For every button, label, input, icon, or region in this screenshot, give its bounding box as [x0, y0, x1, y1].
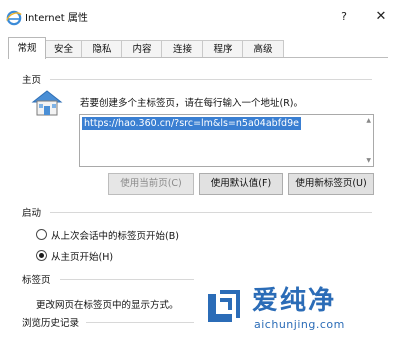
radio-option-last-session[interactable]: 从上次会话中的标签页开始(B): [36, 228, 236, 242]
tabs-description: 更改网页在标签页中的显示方式。: [36, 300, 179, 311]
tabs-divider: [60, 279, 194, 280]
watermark-url: aichunjing.com: [254, 318, 345, 331]
use-default-button[interactable]: 使用默认值(F): [199, 173, 283, 195]
tabs-heading: 标签页: [22, 275, 51, 286]
startup-divider: [50, 212, 372, 213]
watermark-logo-icon: [202, 284, 246, 328]
internet-explorer-icon: [6, 10, 22, 26]
tab-advanced[interactable]: 高级: [242, 40, 284, 58]
radio-option-home-page[interactable]: 从主页开始(H): [36, 249, 236, 263]
tab-connections[interactable]: 连接: [161, 40, 204, 58]
radio-button-selected[interactable]: [36, 250, 47, 261]
history-heading: 浏览历史记录: [22, 318, 80, 329]
home-divider: [50, 79, 372, 80]
home-url-value: https://hao.360.cn/?src=lm&ls=n5a04abfd9…: [82, 117, 301, 130]
scroll-up-arrow-icon[interactable]: ▲: [366, 117, 371, 124]
radio-label: 从主页开始(H): [51, 252, 114, 263]
radio-label: 从上次会话中的标签页开始(B): [51, 231, 179, 242]
use-new-tab-button[interactable]: 使用新标签页(U): [288, 173, 374, 195]
tab-content[interactable]: 内容: [121, 40, 163, 58]
home-url-textarea[interactable]: https://hao.360.cn/?src=lm&ls=n5a04abfd9…: [79, 114, 374, 167]
tab-security[interactable]: 安全: [44, 40, 83, 58]
watermark-name: 爱纯净: [252, 286, 337, 316]
tab-general[interactable]: 常规: [8, 37, 46, 59]
tab-panel-border: [8, 57, 388, 58]
home-icon: [30, 88, 64, 118]
close-button[interactable]: ✕: [370, 6, 392, 28]
tab-strip: 常规 安全 隐私 内容 连接 程序 高级: [8, 37, 388, 59]
tab-privacy[interactable]: 隐私: [81, 40, 123, 58]
tab-programs[interactable]: 程序: [202, 40, 244, 58]
internet-properties-dialog: Internet 属性 ? ✕ 常规 安全 隐私 内容 连接 程序 高级 主页 …: [0, 0, 394, 340]
history-divider: [86, 322, 194, 323]
title-bar: Internet 属性 ? ✕: [0, 0, 394, 34]
home-description: 若要创建多个主标签页，请在每行输入一个地址(R)。: [80, 98, 304, 109]
watermark: 爱纯净 aichunjing.com: [196, 278, 394, 340]
scroll-down-arrow-icon[interactable]: ▼: [366, 157, 371, 164]
home-heading: 主页: [22, 75, 42, 86]
radio-button[interactable]: [36, 229, 47, 240]
use-current-button[interactable]: 使用当前页(C): [108, 173, 194, 195]
startup-heading: 启动: [22, 208, 42, 219]
window-title: Internet 属性: [25, 13, 88, 24]
help-button[interactable]: ?: [334, 6, 354, 28]
